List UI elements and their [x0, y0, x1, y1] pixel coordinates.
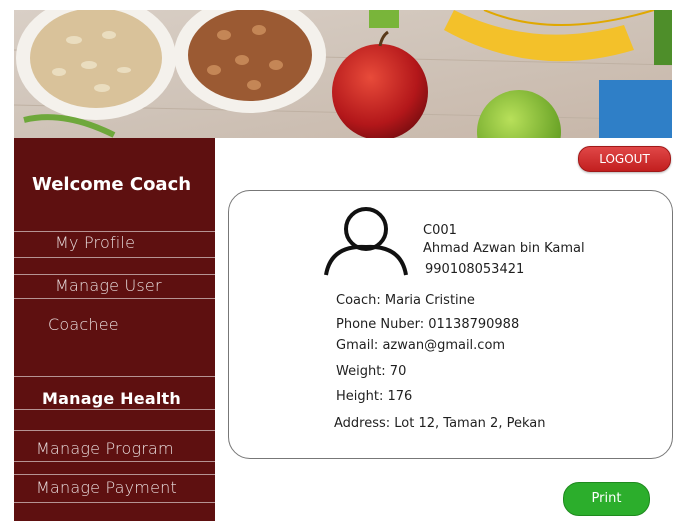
sidebar-divider — [14, 298, 215, 299]
sidebar-divider — [14, 502, 215, 503]
sidebar-divider — [14, 461, 215, 462]
user-avatar-icon — [324, 207, 408, 276]
sidebar: Welcome Coach My Profile Manage User Coa… — [14, 138, 215, 521]
sidebar-divider — [14, 430, 215, 431]
sidebar-item-manage-health[interactable]: Manage Health — [42, 389, 181, 408]
height-field: Height: 176 — [336, 389, 413, 404]
sidebar-divider — [14, 409, 215, 410]
sidebar-divider — [14, 274, 215, 275]
sidebar-item-my-profile[interactable]: My Profile — [55, 233, 135, 252]
sidebar-item-manage-program[interactable]: Manage Program — [36, 439, 174, 458]
logout-button[interactable]: LOGOUT — [578, 146, 671, 172]
coach-field: Coach: Maria Cristine — [336, 293, 475, 308]
sidebar-item-manage-user[interactable]: Manage User — [55, 276, 162, 295]
profile-card: C001 Ahmad Azwan bin Kamal 990108053421 … — [228, 190, 673, 459]
banner-image — [14, 10, 672, 138]
gmail-field: Gmail: azwan@gmail.com — [336, 338, 506, 353]
phone-field: Phone Nuber: 01138790988 — [336, 317, 520, 332]
sidebar-divider — [14, 231, 215, 232]
address-field: Address: Lot 12, Taman 2, Pekan — [334, 416, 546, 431]
sidebar-divider — [14, 474, 215, 475]
sidebar-divider — [14, 376, 215, 377]
print-button[interactable]: Print — [563, 482, 650, 516]
sidebar-title: Welcome Coach — [32, 174, 192, 195]
sidebar-item-manage-payment[interactable]: Manage Payment — [36, 478, 177, 497]
coachee-ic: 990108053421 — [425, 262, 525, 277]
coachee-id: C001 — [423, 223, 457, 238]
sidebar-divider — [14, 257, 215, 258]
sidebar-item-coachee[interactable]: Coachee — [48, 315, 119, 334]
weight-field: Weight: 70 — [336, 364, 407, 379]
coachee-name: Ahmad Azwan bin Kamal — [423, 241, 585, 256]
